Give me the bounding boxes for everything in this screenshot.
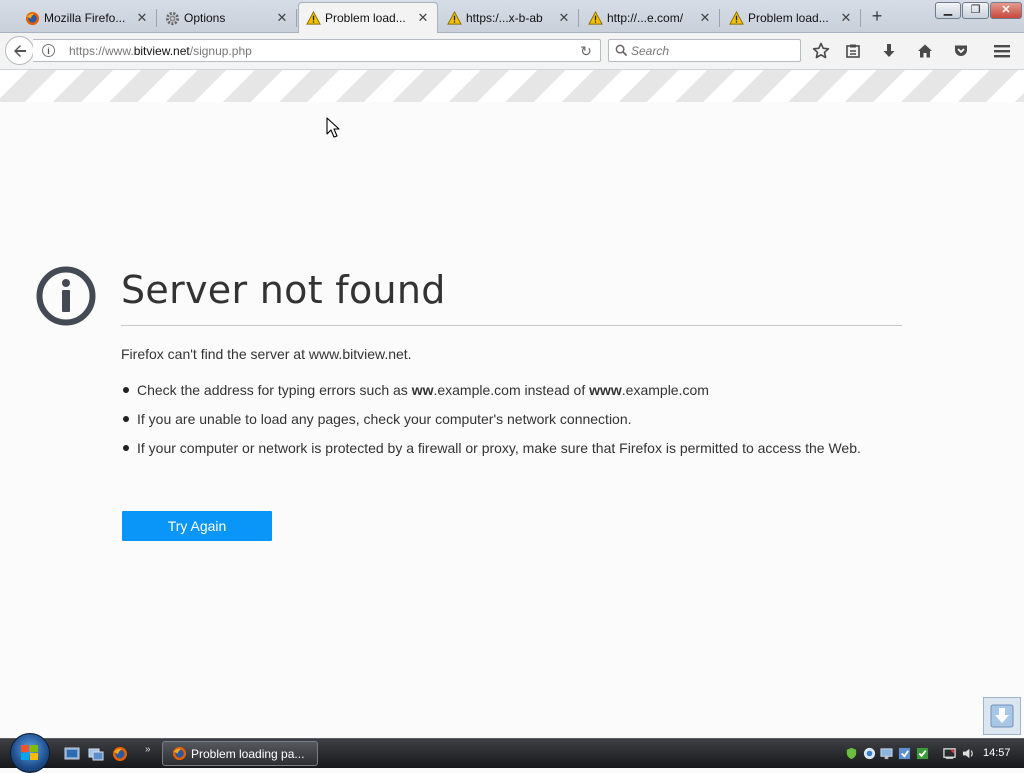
network-tray-icon[interactable] [880,747,893,760]
url-domain: bitview.net [133,44,190,58]
close-icon[interactable]: ✕ [697,10,713,26]
firefox-icon [172,746,187,761]
update-tray-icon[interactable] [898,747,911,760]
search-bar[interactable] [608,39,801,62]
antivirus-tray-icon[interactable] [863,747,876,760]
page-content: Server not found Firefox can't find the … [0,70,1024,738]
taskbar: » Problem loading pa... 14:57 [0,733,1024,773]
mouse-cursor-icon [326,117,340,138]
volume-tray-icon[interactable] [962,747,975,760]
taskbar-item-label: Problem loading pa... [191,747,305,761]
error-suggestions-list: Check the address for typing errors such… [121,380,891,467]
tab-options[interactable]: Options ✕ [158,3,297,33]
download-status-widget[interactable] [983,697,1021,735]
gear-icon [164,10,180,26]
divider [121,325,902,326]
warning-stripes [0,70,1024,102]
arrow-left-icon [13,44,26,57]
close-window-button[interactable]: ✕ [990,2,1022,19]
page-title: Server not found [121,268,446,312]
download-icon[interactable] [879,41,899,61]
download-arrow-icon [990,704,1014,728]
minimize-button[interactable]: ▁ [935,2,961,19]
close-icon[interactable]: ✕ [134,10,150,26]
search-input[interactable] [631,42,791,59]
tab-mozilla-firefox[interactable]: Mozilla Firefo... ✕ [18,3,157,33]
switch-windows-icon[interactable] [88,746,104,762]
url-text[interactable]: https://www.bitview.net/signup.php [69,44,252,58]
tab-title: Options [184,11,226,25]
home-icon[interactable] [915,41,935,61]
tab-title: Problem load... [325,11,406,25]
warning-icon [305,10,321,26]
list-item-bold: www [589,382,622,398]
tab-http-e-com[interactable]: http://...e.com/ ✕ [581,3,720,33]
new-tab-button[interactable]: + [866,6,888,26]
firefox-quicklaunch-icon[interactable] [112,746,128,762]
tab-problem-loading[interactable]: Problem load... ✕ [722,3,861,33]
info-circle-icon [36,266,96,326]
list-item: If your computer or network is protected… [121,438,891,458]
url-bar[interactable]: i https://www.bitview.net/signup.php ↻ [33,39,601,62]
bookmarks-menu-icon[interactable] [843,41,863,61]
close-icon[interactable]: ✕ [415,10,431,26]
try-again-button[interactable]: Try Again [122,511,272,541]
restore-button[interactable]: ❐ [962,2,989,19]
security-tray-icon[interactable] [916,747,929,760]
info-icon[interactable]: i [42,44,55,57]
warning-icon [446,10,462,26]
tab-title: Problem load... [748,11,829,25]
reload-icon[interactable]: ↻ [578,43,594,59]
back-button[interactable] [5,36,34,65]
list-item-text: Check the address for typing errors such… [137,382,412,398]
warning-icon [728,10,744,26]
shield-tray-icon[interactable] [845,747,858,760]
warning-icon [587,10,603,26]
windows-logo-icon [21,745,38,760]
clock: 14:57 [983,747,1011,759]
navigation-toolbar: i https://www.bitview.net/signup.php ↻ [0,33,1024,70]
pocket-icon[interactable] [951,41,971,61]
tab-title: Mozilla Firefo... [44,11,126,25]
close-icon[interactable]: ✕ [838,10,854,26]
url-prefix: https://www. [69,44,134,58]
close-icon[interactable]: ✕ [274,10,290,26]
list-item-bold: ww [411,382,434,398]
url-path: /signup.php [189,44,252,58]
tab-title: http://...e.com/ [607,11,684,25]
start-button[interactable] [10,733,50,773]
firefox-icon [24,10,40,26]
show-desktop-icon[interactable] [64,746,80,762]
error-description: Firefox can't find the server at www.bit… [121,346,412,362]
taskbar-item-firefox[interactable]: Problem loading pa... [162,741,318,766]
list-item: Check the address for typing errors such… [121,380,891,400]
tab-https-x-b-ab[interactable]: https:/...x-b-ab ✕ [440,3,579,33]
tab-title: https:/...x-b-ab [466,11,543,25]
close-icon[interactable]: ✕ [556,10,572,26]
action-center-tray-icon[interactable] [943,747,956,760]
list-item-text: .example.com [621,382,709,398]
chevron-right-icon[interactable]: » [145,744,151,755]
hamburger-menu-icon[interactable] [992,41,1012,61]
tab-problem-loading-active[interactable]: Problem load... ✕ [298,2,438,33]
bookmark-star-icon[interactable] [811,41,831,61]
tab-strip: Mozilla Firefo... ✕ Options ✕ Problem lo… [0,0,1024,33]
list-item-text: .example.com instead of [433,382,590,398]
search-icon [615,44,628,57]
list-item: If you are unable to load any pages, che… [121,409,891,429]
